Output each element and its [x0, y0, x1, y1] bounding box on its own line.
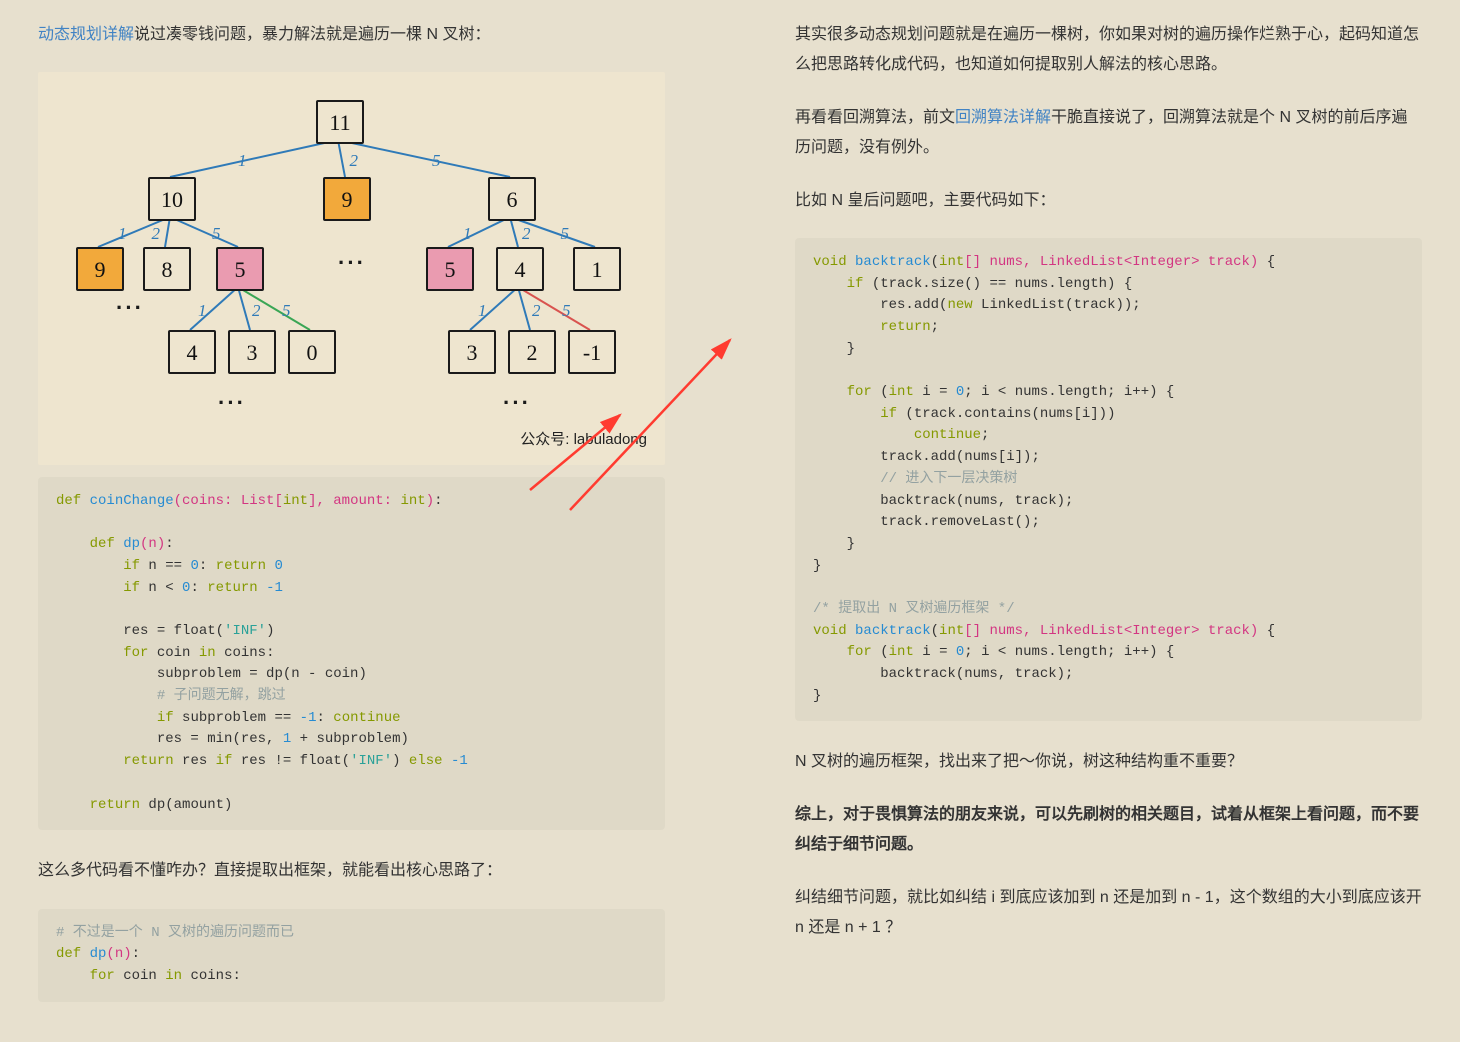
- tree-node: 8: [143, 247, 191, 291]
- mid-para: 这么多代码看不懂咋办？直接提取出框架，就能看出核心思路了：: [38, 856, 665, 886]
- tree-edge-label: 5: [562, 295, 571, 327]
- tree-node: 2: [508, 330, 556, 374]
- tree-edge-label: 5: [212, 218, 221, 250]
- tree-edge-label: 1: [198, 295, 207, 327]
- tree-canvas: 11109698554143032-1125125125125125······…: [48, 82, 655, 422]
- tree-node: 4: [168, 330, 216, 374]
- tree-edge-label: 2: [350, 145, 359, 177]
- para-dp-tree: 其实很多动态规划问题就是在遍历一棵树，你如果对树的遍历操作烂熟于心，起码知道怎么…: [795, 20, 1422, 81]
- para-frame-found: N 叉树的遍历框架，找出来了把～你说，树这种结构重不重要？: [795, 747, 1422, 777]
- tree-node: 3: [228, 330, 276, 374]
- tree-diagram: 11109698554143032-1125125125125125······…: [38, 72, 665, 465]
- tree-node: 1: [573, 247, 621, 291]
- tree-node: 3: [448, 330, 496, 374]
- intro-para: 动态规划详解说过凑零钱问题，暴力解法就是遍历一棵 N 叉树：: [38, 20, 665, 50]
- para-summary: 综上，对于畏惧算法的朋友来说，可以先刷树的相关题目，试着从框架上看问题，而不要纠…: [795, 800, 1422, 861]
- tree-node: 11: [316, 100, 364, 144]
- tree-node: 5: [426, 247, 474, 291]
- tree-node: 6: [488, 177, 536, 221]
- tree-node: 4: [496, 247, 544, 291]
- tree-edge-label: 2: [152, 218, 161, 250]
- tree-edge-label: 1: [118, 218, 127, 250]
- left-column: 动态规划详解说过凑零钱问题，暴力解法就是遍历一棵 N 叉树： 111096985…: [38, 20, 665, 1002]
- code-dp-frame: # 不过是一个 N 叉树的遍历问题而已 def dp(n): for coin …: [38, 909, 665, 1002]
- tree-ellipsis: ···: [116, 287, 144, 329]
- tree-edge-label: 1: [478, 295, 487, 327]
- para-backtrack: 再看看回溯算法，前文回溯算法详解干脆直接说了，回溯算法就是个 N 叉树的前后序遍…: [795, 103, 1422, 164]
- tree-edge-label: 5: [432, 145, 441, 177]
- tree-node: 5: [216, 247, 264, 291]
- para-nqueens: 比如 N 皇后问题吧，主要代码如下：: [795, 186, 1422, 216]
- tree-edge-label: 2: [532, 295, 541, 327]
- code-coinchange: def coinChange(coins: List[int], amount:…: [38, 477, 665, 830]
- tree-ellipsis: ···: [503, 382, 531, 424]
- tree-ellipsis: ···: [338, 242, 366, 284]
- tree-node: 0: [288, 330, 336, 374]
- tree-node: 9: [323, 177, 371, 221]
- intro-rest: 说过凑零钱问题，暴力解法就是遍历一棵 N 叉树：: [134, 26, 490, 43]
- tree-edge-label: 2: [522, 218, 531, 250]
- para-details: 纠结细节问题，就比如纠结 i 到底应该加到 n 还是加到 n - 1，这个数组的…: [795, 883, 1422, 944]
- tree-node: 10: [148, 177, 196, 221]
- tree-credit: 公众号: labuladong: [48, 422, 655, 461]
- tree-node: 9: [76, 247, 124, 291]
- link-dp-detail[interactable]: 动态规划详解: [38, 26, 134, 43]
- tree-edge-label: 1: [238, 145, 247, 177]
- tree-edge-label: 5: [282, 295, 291, 327]
- tree-edge-label: 5: [561, 218, 570, 250]
- tree-edge-label: 2: [252, 295, 261, 327]
- code-backtrack: void backtrack(int[] nums, LinkedList<In…: [795, 238, 1422, 721]
- tree-edge-label: 1: [463, 218, 472, 250]
- tree-node: -1: [568, 330, 616, 374]
- right-column: 其实很多动态规划问题就是在遍历一棵树，你如果对树的遍历操作烂熟于心，起码知道怎么…: [795, 20, 1422, 1002]
- page-root: 动态规划详解说过凑零钱问题，暴力解法就是遍历一棵 N 叉树： 111096985…: [0, 0, 1460, 1042]
- link-backtrack-detail[interactable]: 回溯算法详解: [955, 109, 1051, 126]
- tree-ellipsis: ···: [218, 382, 246, 424]
